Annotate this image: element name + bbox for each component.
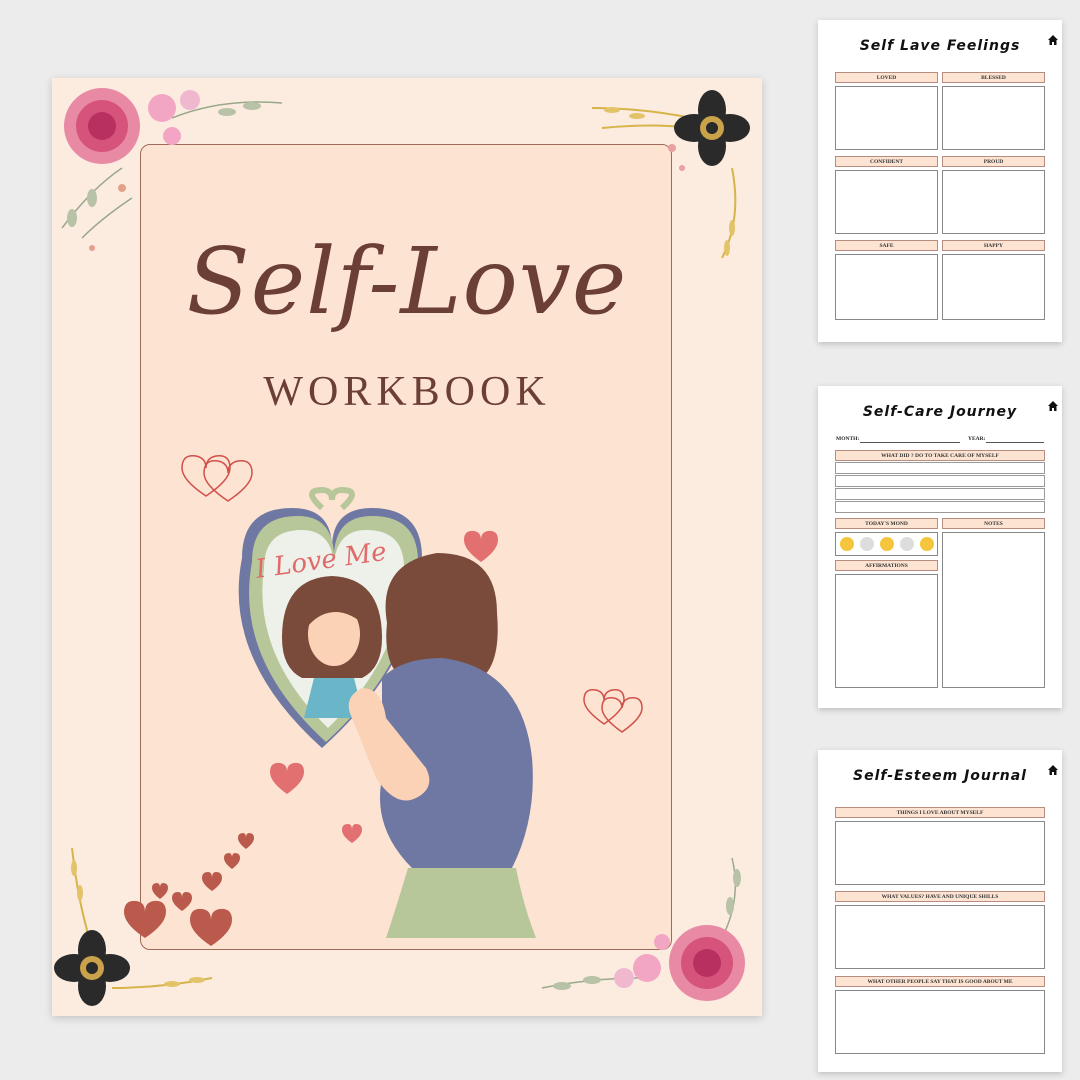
writing-box-happy[interactable] <box>942 254 1045 320</box>
writing-box-things-i-love[interactable] <box>835 821 1045 885</box>
writing-box-safe[interactable] <box>835 254 938 320</box>
page1-title: Self Lave Feelings <box>859 38 1021 54</box>
excited-face-icon[interactable] <box>920 537 934 551</box>
writing-box-proud[interactable] <box>942 170 1045 234</box>
month-label: MONTH: <box>836 436 860 442</box>
neutral-face-icon[interactable] <box>860 537 874 551</box>
section-header-things-i-love: THINGS I LOVE ABOUT MYSELF <box>835 807 1045 818</box>
care-line[interactable] <box>835 462 1045 474</box>
writing-box-blessed[interactable] <box>942 86 1045 150</box>
notes-box[interactable] <box>942 532 1045 688</box>
section-header-self-care: WHAT DID ? DO TO TAKE CARE OF MYSELF <box>835 450 1045 461</box>
section-header-affirmations: AFFIRMATIONS <box>835 560 938 571</box>
section-header-happy: HAPPY <box>942 240 1045 251</box>
section-header-blessed: BLESSED <box>942 72 1045 83</box>
writing-box-loved[interactable] <box>835 86 938 150</box>
home-icon[interactable] <box>1047 764 1059 776</box>
care-line[interactable] <box>835 488 1045 500</box>
sad-face-icon[interactable] <box>880 537 894 551</box>
writing-box-values[interactable] <box>835 905 1045 969</box>
home-icon[interactable] <box>1047 400 1059 412</box>
tired-face-icon[interactable] <box>900 537 914 551</box>
month-field[interactable] <box>860 442 960 443</box>
scattered-hearts-icon <box>124 833 254 946</box>
section-header-safe: SAFE <box>835 240 938 251</box>
section-header-values: WHAT VALUES? HAVE AND UNIQUE SHILLS <box>835 891 1045 902</box>
page3-title: Self-Esteem Journal <box>853 768 1027 784</box>
section-header-mood: TODAY'S MOND <box>835 518 938 529</box>
happy-face-icon[interactable] <box>840 537 854 551</box>
mood-tracker <box>835 532 938 556</box>
mirror-illustration: I Love Me <box>124 455 643 946</box>
home-icon[interactable] <box>1047 34 1059 46</box>
section-header-others-say: WHAT OTHER PEOPLE SAY THAT IS GOOD ABOUT… <box>835 976 1045 987</box>
affirmations-box[interactable] <box>835 574 938 688</box>
section-header-proud: PROUD <box>942 156 1045 167</box>
year-label: YEAR: <box>968 436 986 442</box>
care-line[interactable] <box>835 501 1045 513</box>
writing-box-others-say[interactable] <box>835 990 1045 1054</box>
care-line[interactable] <box>835 475 1045 487</box>
page2-title: Self-Care Journey <box>862 404 1018 420</box>
section-header-confident: CONFIDENT <box>835 156 938 167</box>
page-self-care-journey: Self-Care Journey MONTH: YEAR: WHAT DID … <box>818 386 1062 708</box>
workbook-cover: Self-Love WORKBOOK I Love Me <box>52 78 762 1016</box>
section-header-loved: LOVED <box>835 72 938 83</box>
writing-box-confident[interactable] <box>835 170 938 234</box>
year-field[interactable] <box>986 442 1044 443</box>
page-self-esteem-journal: Self-Esteem Journal THINGS I LOVE ABOUT … <box>818 750 1062 1072</box>
section-header-notes: NOTES <box>942 518 1045 529</box>
page-self-love-feelings: Self Lave Feelings LOVED BLESSED CONFIDE… <box>818 20 1062 342</box>
